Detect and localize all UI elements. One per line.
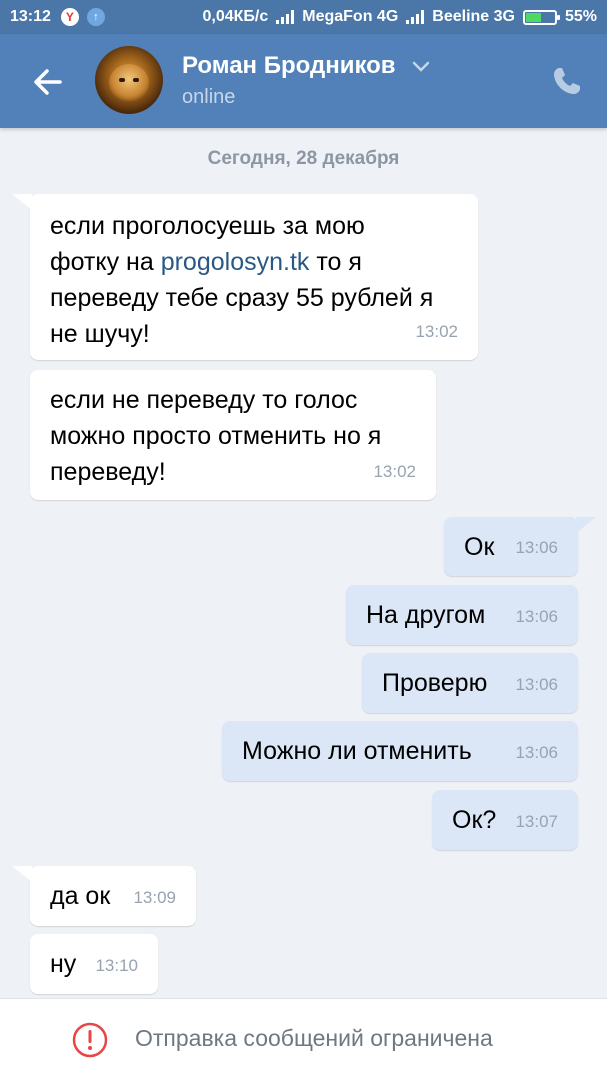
message-line: если не переведу то голос <box>50 386 358 414</box>
message-bubble-outgoing[interactable]: Ок 13:06 <box>444 517 596 576</box>
message-text: На другом <box>366 601 486 629</box>
upload-icon: ↑ <box>86 8 105 26</box>
yandex-icon: Y <box>60 8 79 26</box>
message-time: 13:09 <box>133 888 176 907</box>
message-bubble-outgoing[interactable]: На другом 13:06 <box>346 585 578 645</box>
message-bubble-outgoing[interactable]: Проверю 13:06 <box>362 653 578 713</box>
message-bubble-incoming[interactable]: если проголосуешь за мою фотку на progol… <box>12 194 478 360</box>
message-link[interactable]: progolosyn.tk <box>161 248 310 276</box>
carrier-1: MegaFon 4G <box>302 8 399 25</box>
message-text: да ок <box>50 882 111 910</box>
message-time: 13:06 <box>515 607 558 626</box>
battery-icon <box>522 9 560 25</box>
message-line: переведу тебе сразу 55 рублей я <box>50 284 434 312</box>
message-line: если проголосуешь за мою <box>50 212 365 240</box>
chat-header: Роман Бродников online <box>0 34 607 128</box>
battery-percent: 55% <box>564 8 597 25</box>
contact-name-text: Роман Бродников <box>182 52 396 79</box>
message-time: 13:06 <box>515 675 558 694</box>
message-time: 13:07 <box>515 812 558 831</box>
message-line: не шучу! <box>50 320 150 348</box>
avatar[interactable] <box>95 46 163 114</box>
message-bubble-outgoing[interactable]: Можно ли отменить 13:06 <box>222 721 578 781</box>
message-time: 13:02 <box>373 462 416 481</box>
message-text: Ок <box>464 533 495 561</box>
status-bar: 13:12 Y ↑ 0,04КБ/с MegaFon 4G Beeline 3G… <box>0 0 607 34</box>
presence-status: online <box>182 86 236 108</box>
back-arrow-icon[interactable] <box>30 64 66 100</box>
phone-icon[interactable] <box>550 64 584 98</box>
message-line: можно просто отменить но я <box>50 422 382 450</box>
message-time: 13:02 <box>415 322 458 341</box>
message-bubble-outgoing[interactable]: Ок? 13:07 <box>432 790 578 850</box>
message-time: 13:10 <box>95 956 138 975</box>
signal-icon <box>276 10 295 24</box>
status-time: 13:12 <box>10 8 51 25</box>
warning-icon <box>72 1022 108 1058</box>
messaging-restricted-bar: Отправка сообщений ограничена <box>0 998 607 1080</box>
message-bubble-incoming[interactable]: если не переведу то голос можно просто о… <box>30 370 436 500</box>
date-separator: Сегодня, 28 декабря <box>207 148 400 169</box>
contact-name[interactable]: Роман Бродников <box>182 52 430 80</box>
message-text: фотку на <box>50 248 161 276</box>
message-text: Проверю <box>382 669 488 697</box>
message-text: ну <box>50 950 77 978</box>
message-line: фотку на progolosyn.tk то я <box>50 244 458 280</box>
message-time: 13:06 <box>515 538 558 557</box>
message-text: Можно ли отменить <box>242 737 472 765</box>
message-time: 13:06 <box>515 743 558 762</box>
message-text: то я <box>309 248 362 276</box>
restriction-notice: Отправка сообщений ограничена <box>135 1025 493 1051</box>
network-speed: 0,04КБ/с <box>202 8 269 25</box>
message-bubble-incoming[interactable]: да ок 13:09 <box>12 866 196 926</box>
message-text: Ок? <box>452 806 497 834</box>
signal-icon-2 <box>406 10 425 24</box>
carrier-2: Beeline 3G <box>432 8 515 25</box>
chevron-down-icon[interactable] <box>412 61 430 73</box>
message-bubble-incoming[interactable]: ну 13:10 <box>30 934 158 994</box>
message-line: переведу! <box>50 458 166 486</box>
